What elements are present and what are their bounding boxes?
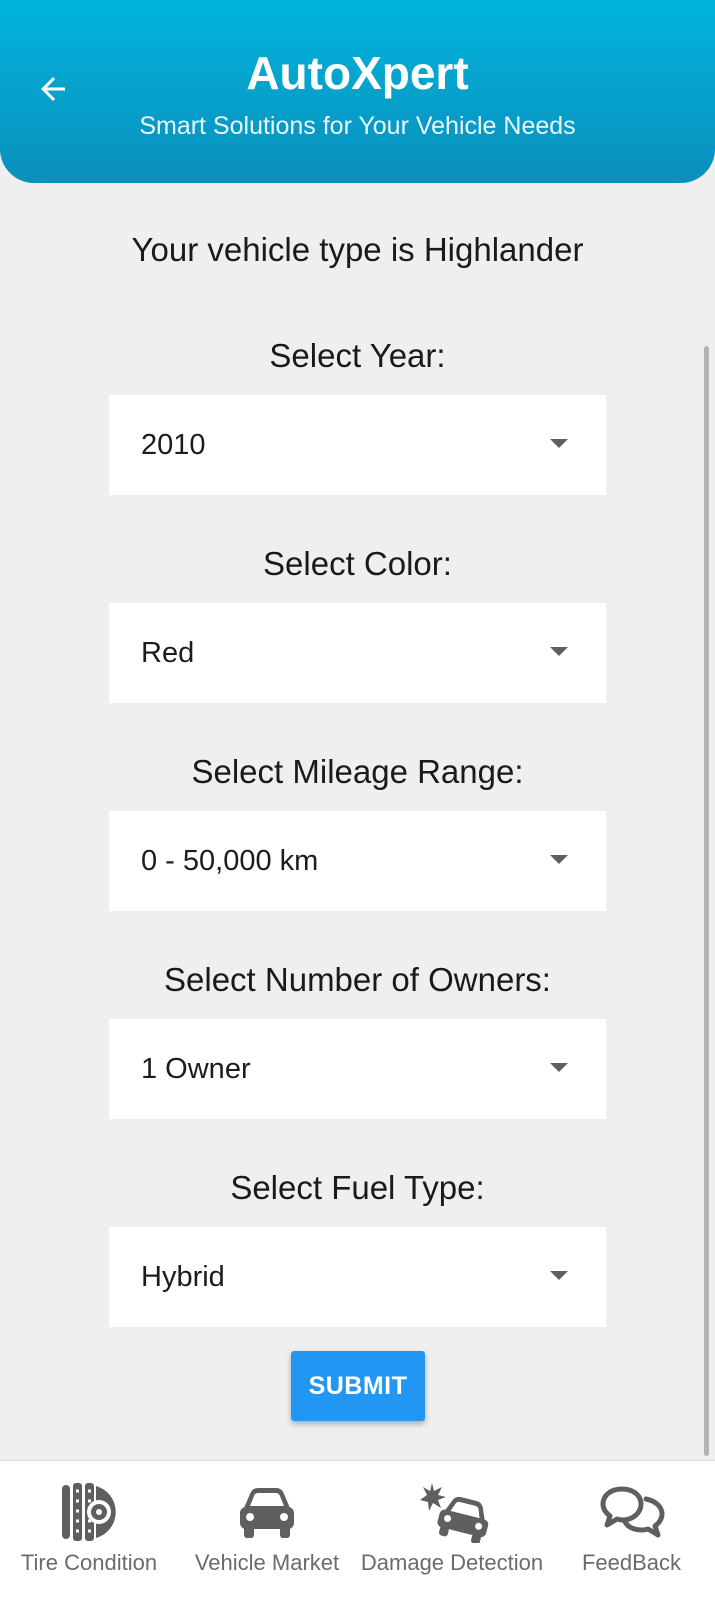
car-icon: [240, 1488, 294, 1538]
chat-bubbles-icon: [600, 1486, 665, 1538]
car-crash-icon: [420, 1483, 489, 1543]
dropdown-caret-icon: [550, 1063, 568, 1072]
app-subtitle: Smart Solutions for Your Vehicle Needs: [139, 112, 576, 140]
scrollbar[interactable]: [704, 346, 709, 1456]
nav-item-vehicle-market[interactable]: Vehicle Market: [178, 1461, 356, 1601]
nav-item-tire-condition[interactable]: Tire Condition: [0, 1461, 178, 1601]
nav-item-feedback[interactable]: FeedBack: [548, 1461, 715, 1601]
mileage-select-value: 0 - 50,000 km: [141, 845, 319, 877]
bottom-nav: Tire Condition Vehicle Market Damage Det…: [0, 1460, 715, 1601]
dropdown-caret-icon: [550, 647, 568, 656]
color-select-value: Red: [141, 637, 195, 669]
dropdown-caret-icon: [550, 855, 568, 864]
dropdown-caret-icon: [550, 1271, 568, 1280]
mileage-select[interactable]: 0 - 50,000 km: [109, 811, 606, 911]
fuel-select-value: Hybrid: [141, 1261, 225, 1293]
color-label: Select Color:: [263, 545, 452, 582]
submit-button[interactable]: SUBMIT: [291, 1351, 425, 1421]
year-label: Select Year:: [269, 337, 446, 374]
fuel-select[interactable]: Hybrid: [109, 1227, 606, 1327]
owners-label: Select Number of Owners:: [164, 961, 551, 998]
tire-icon: [62, 1483, 116, 1541]
nav-item-damage-detection[interactable]: Damage Detection: [356, 1461, 548, 1601]
mileage-label: Select Mileage Range:: [191, 753, 524, 790]
nav-label-feedback: FeedBack: [581, 1550, 682, 1575]
nav-label-tire-condition: Tire Condition: [20, 1550, 158, 1575]
app-header: AutoXpert Smart Solutions for Your Vehic…: [0, 0, 715, 183]
nav-label-damage-detection: Damage Detection: [360, 1550, 544, 1575]
color-select[interactable]: Red: [109, 603, 606, 703]
dropdown-caret-icon: [550, 439, 568, 448]
owners-select-value: 1 Owner: [141, 1053, 251, 1085]
year-select[interactable]: 2010: [109, 395, 606, 495]
owners-select[interactable]: 1 Owner: [109, 1019, 606, 1119]
vehicle-type-text: Your vehicle type is Highlander: [131, 231, 584, 268]
year-select-value: 2010: [141, 429, 206, 461]
fuel-label: Select Fuel Type:: [230, 1169, 485, 1206]
app-title: AutoXpert: [246, 47, 469, 99]
nav-label-vehicle-market: Vehicle Market: [194, 1550, 340, 1575]
